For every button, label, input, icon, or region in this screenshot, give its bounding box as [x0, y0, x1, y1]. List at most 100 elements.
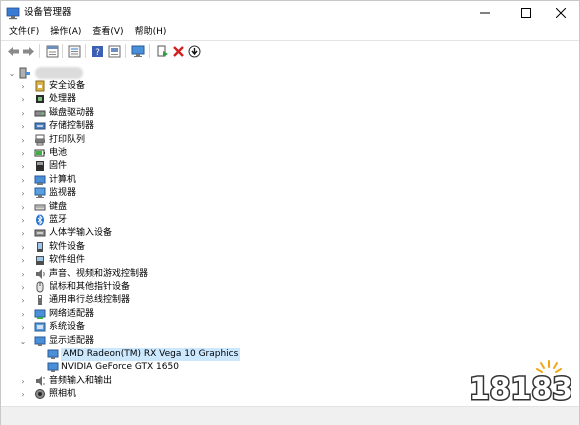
close-button[interactable] — [541, 1, 580, 25]
chevron-right-icon[interactable]: › — [19, 160, 27, 173]
back-button[interactable] — [6, 44, 20, 58]
chevron-right-icon[interactable]: › — [19, 268, 27, 281]
chevron-right-icon[interactable]: › — [19, 254, 27, 267]
tree-category-sound[interactable]: › 声音、视频和游戏控制器 — [1, 268, 579, 281]
view-button[interactable] — [67, 44, 81, 58]
chevron-right-icon[interactable]: › — [19, 107, 27, 120]
properties-icon — [46, 45, 58, 57]
tree-category-firmware[interactable]: › 固件 — [1, 160, 579, 173]
computer-icon — [34, 175, 46, 185]
forward-button[interactable] — [21, 44, 35, 58]
update-driver-button[interactable] — [155, 44, 169, 58]
tree-device-label: NVIDIA GeForce GTX 1650 — [61, 362, 179, 373]
tree-category-label: 通用串行总线控制器 — [49, 295, 131, 306]
menu-file[interactable]: 文件(F) — [9, 25, 39, 40]
menu-bar: 文件(F) 操作(A) 查看(V) 帮助(H) — [1, 25, 579, 40]
menu-action[interactable]: 操作(A) — [50, 25, 81, 40]
help-button[interactable]: ? — [90, 44, 104, 58]
chevron-right-icon[interactable]: › — [19, 214, 27, 227]
tree-root[interactable]: ⌄ — [1, 67, 579, 80]
minimize-button[interactable] — [465, 1, 505, 25]
scan-icon — [108, 45, 120, 57]
tree-category-battery[interactable]: › 电池 — [1, 147, 579, 160]
display-adapter-icon — [47, 362, 59, 373]
chevron-right-icon[interactable]: › — [19, 241, 27, 254]
chevron-right-icon[interactable]: › — [19, 375, 27, 388]
tree-category-label: 打印队列 — [49, 134, 86, 145]
processor-icon — [36, 95, 44, 104]
toolbar-separator — [85, 44, 86, 58]
watermark-text: 18183 — [471, 372, 571, 407]
tree-category-label: 处理器 — [49, 94, 77, 105]
disk-drive-icon — [34, 110, 46, 117]
tree-category-network-adapter[interactable]: › 网络适配器 — [1, 308, 579, 321]
chevron-right-icon[interactable]: › — [19, 147, 27, 160]
tree-category-label: 声音、视频和游戏控制器 — [49, 268, 149, 279]
mouse-icon — [36, 281, 44, 293]
tree-category-computer[interactable]: › 计算机 — [1, 174, 579, 187]
tree-device-label: AMD Radeon(TM) RX Vega 10 Graphics — [61, 348, 241, 361]
uninstall-button[interactable] — [171, 44, 185, 58]
menu-view[interactable]: 查看(V) — [92, 25, 123, 40]
properties-view-button[interactable] — [45, 44, 59, 58]
disable-icon — [188, 45, 200, 57]
tree-category-software-component[interactable]: › 软件组件 — [1, 254, 579, 267]
tree-category-mouse[interactable]: › 鼠标和其他指针设备 — [1, 281, 579, 294]
device-manager-icon — [6, 7, 20, 20]
tree-category-usb[interactable]: › 通用串行总线控制器 — [1, 294, 579, 307]
tree-category-label: 电池 — [49, 148, 68, 158]
tree-category-processor[interactable]: › 处理器 — [1, 93, 579, 106]
chevron-right-icon[interactable]: › — [19, 388, 27, 401]
tree-category-keyboard[interactable]: › 键盘 — [1, 201, 579, 214]
tree-category-hid[interactable]: › 人体学输入设备 — [1, 227, 579, 240]
tree-category-system-device[interactable]: › 系统设备 — [1, 321, 579, 334]
tree-category-label: 计算机 — [49, 174, 77, 185]
tree-category-software-device[interactable]: › 软件设备 — [1, 241, 579, 254]
sound-icon — [36, 268, 45, 279]
view-icon — [68, 45, 80, 57]
tree-category-label: 人体学输入设备 — [49, 228, 113, 239]
forward-icon — [22, 46, 34, 56]
chevron-right-icon[interactable]: › — [19, 294, 27, 307]
battery-icon — [34, 149, 45, 157]
chevron-right-icon[interactable]: › — [19, 321, 27, 334]
tree-category-monitor[interactable]: › 监视器 — [1, 187, 579, 200]
tree-category-label: 照相机 — [49, 389, 77, 400]
toolbar-separator — [125, 44, 126, 58]
chevron-right-icon[interactable]: › — [19, 120, 27, 133]
help-icon: ? — [91, 45, 103, 58]
tree-category-storage-controller[interactable]: › 存储控制器 — [1, 120, 579, 133]
tree-category-label: 磁盘驱动器 — [49, 107, 95, 118]
tree-category-label: 蓝牙 — [49, 215, 68, 225]
minimize-icon — [480, 12, 490, 14]
disable-button[interactable] — [187, 44, 201, 58]
tree-category-display-adapter[interactable]: ⌄ 显示适配器 — [1, 335, 579, 348]
tree-category-security-device[interactable]: › 安全设备 — [1, 80, 579, 93]
tree-category-label: 音频输入和输出 — [49, 375, 113, 386]
monitor-button[interactable] — [131, 44, 145, 58]
audio-io-icon — [36, 375, 45, 386]
chevron-right-icon[interactable]: › — [19, 281, 27, 294]
chevron-right-icon[interactable]: › — [19, 201, 27, 214]
chevron-right-icon[interactable]: › — [19, 227, 27, 240]
chevron-right-icon[interactable]: › — [19, 308, 27, 321]
scan-hardware-button[interactable] — [107, 44, 121, 58]
tree-category-print-queue[interactable]: › 打印队列 — [1, 134, 579, 147]
tree-category-bluetooth[interactable]: › 蓝牙 — [1, 214, 579, 227]
chevron-right-icon[interactable]: › — [19, 174, 27, 187]
menu-help[interactable]: 帮助(H) — [135, 25, 167, 40]
tree-category-label: 网络适配器 — [49, 308, 95, 319]
title-bar[interactable]: 设备管理器 — [1, 1, 579, 25]
redacted-computer-name — [35, 67, 83, 79]
chevron-down-icon[interactable]: ⌄ — [19, 335, 27, 348]
tree-category-disk-drive[interactable]: › 磁盘驱动器 — [1, 107, 579, 120]
keyboard-icon — [34, 204, 46, 211]
chevron-right-icon[interactable]: › — [19, 134, 27, 147]
maximize-button[interactable] — [506, 1, 546, 25]
chevron-down-icon[interactable]: ⌄ — [8, 67, 16, 80]
chevron-right-icon[interactable]: › — [19, 80, 27, 93]
chevron-right-icon[interactable]: › — [19, 187, 27, 200]
chevron-right-icon[interactable]: › — [19, 93, 27, 106]
hid-icon — [34, 229, 46, 237]
network-adapter-icon — [34, 309, 46, 319]
